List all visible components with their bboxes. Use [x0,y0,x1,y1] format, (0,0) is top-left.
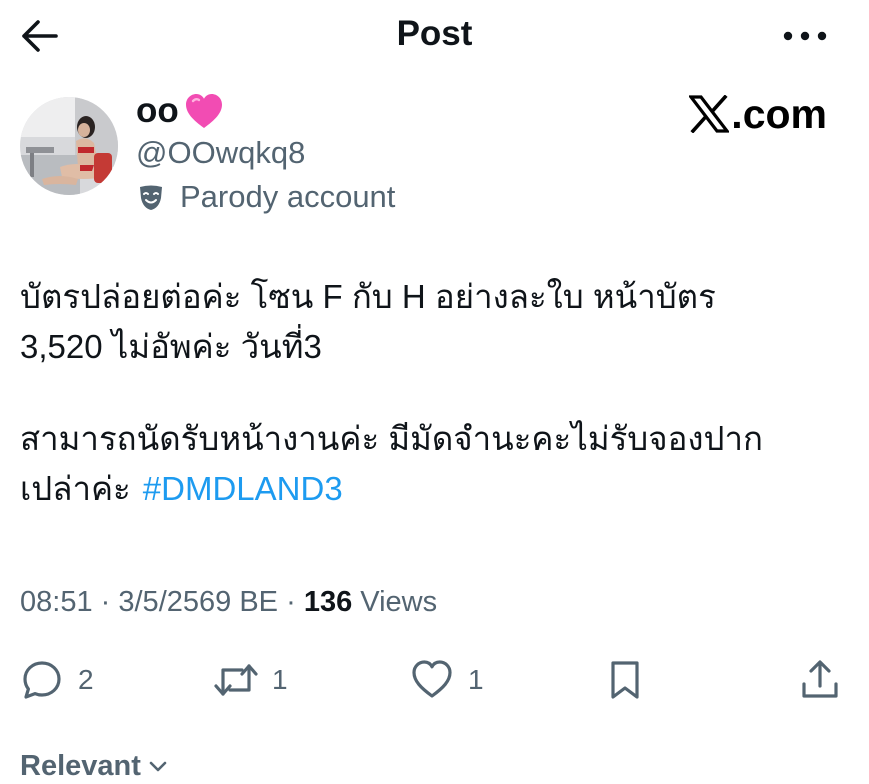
tweet-line-3: สามารถนัดรับหน้างานค่ะ มีมัดจำนะคะไม่รับ… [20,420,763,457]
bookmark-button[interactable] [603,652,647,708]
meta-separator: · [286,586,296,618]
page-title: Post [396,14,473,53]
views-count: 136 [303,586,353,618]
repost-icon [214,664,258,696]
theater-mask-icon [140,185,162,210]
meta-separator: · [100,586,111,618]
top-bar: Post [0,0,869,70]
like-button[interactable]: 1 [410,652,484,708]
tweet-line-4: เปล่าค่ะ [20,470,131,507]
tweet-paragraph-2: สามารถนัดรับหน้างานค่ะ มีมัดจำนะคะไม่รับ… [20,414,840,514]
share-button[interactable] [798,652,842,708]
like-count: 1 [468,664,484,695]
reply-count: 2 [78,664,94,695]
replies-sort-dropdown[interactable]: Relevant [20,748,169,784]
parody-badge-label: Parody account [180,179,396,214]
heart-outline-icon [412,660,452,698]
tweet-paragraph-1: บัตรปล่อยต่อค่ะ โซน F กับ H อย่างละใบ หน… [20,272,840,372]
bookmark-icon [611,661,639,699]
post-time[interactable]: 08:51 [20,586,93,618]
reply-button[interactable]: 2 [20,652,94,708]
tweet-line-2: 3,520 ไม่อัพค่ะ วันที่3 [20,328,322,365]
parody-badge: Parody account [136,178,395,216]
views-label: Views [360,586,438,618]
x-com-watermark: .com [689,92,827,136]
share-icon [802,660,838,698]
avatar[interactable] [20,97,118,195]
chevron-down-icon [149,761,167,772]
x-logo-icon [689,95,730,133]
tweet-body: บัตรปล่อยต่อค่ะ โซน F กับ H อย่างละใบ หน… [20,272,840,514]
pink-heart-icon [185,94,222,128]
more-horizontal-icon [783,31,827,41]
display-name-text: oo [136,91,179,130]
display-name[interactable]: oo [136,90,225,132]
more-options-button[interactable] [781,18,829,54]
replies-sort-label: Relevant [20,750,141,782]
brand-text: .com [731,91,827,137]
hashtag-link[interactable]: #DMDLAND3 [143,470,343,507]
user-handle[interactable]: @OOwqkq8 [136,134,305,172]
repost-button[interactable]: 1 [214,652,288,708]
tweet-meta: 08:51 · 3/5/2569 BE · 136 Views [20,584,437,620]
avatar-photo [20,97,118,195]
action-bar: 2 1 1 [0,652,869,708]
post-date[interactable]: 3/5/2569 BE [118,586,278,618]
reply-icon [23,661,61,699]
tweet-line-1: บัตรปล่อยต่อค่ะ โซน F กับ H อย่างละใบ หน… [20,278,716,315]
repost-count: 1 [272,664,288,695]
